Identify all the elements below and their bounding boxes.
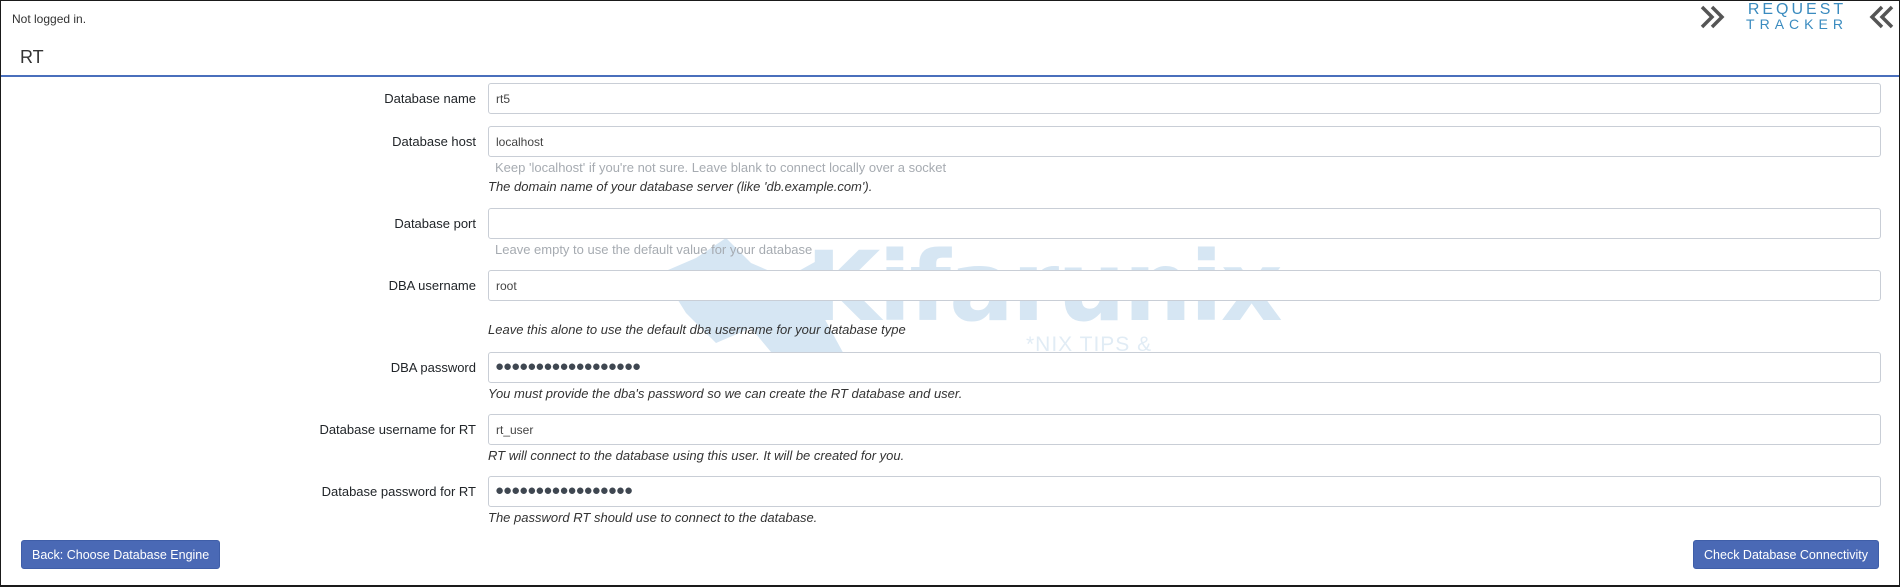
field-label: Database name xyxy=(384,91,476,106)
rt-db-password-input[interactable]: ●●●●●●●●●●●●●●●●● xyxy=(488,476,1881,507)
field-hint: Keep 'localhost' if you're not sure. Lea… xyxy=(495,160,947,175)
double-chevron-right-icon xyxy=(1700,5,1725,29)
database-host-input[interactable]: localhost xyxy=(488,126,1881,157)
dba-username-input[interactable]: root xyxy=(488,270,1881,301)
logo-line-2: TRACKER xyxy=(1746,16,1848,32)
field-label: Database port xyxy=(394,216,476,231)
field-description: The domain name of your database server … xyxy=(488,179,873,194)
field-label: Database password for RT xyxy=(321,484,476,499)
field-description: The password RT should use to connect to… xyxy=(488,510,818,525)
field-description: You must provide the dba's password so w… xyxy=(488,386,963,401)
field-label: DBA password xyxy=(390,360,476,375)
top-bar: Not logged in. REQUEST TRACKER xyxy=(1,1,1899,35)
page-title: RT xyxy=(20,47,44,67)
database-port-input[interactable] xyxy=(488,208,1881,239)
field-description: Leave this alone to use the default dba … xyxy=(488,322,906,337)
field-hint: Leave empty to use the default value for… xyxy=(495,242,813,257)
field-label: Database username for RT xyxy=(319,422,476,437)
double-chevron-left-icon xyxy=(1869,5,1894,29)
rt-db-username-input[interactable]: rt_user xyxy=(488,414,1881,445)
database-name-input[interactable]: rt5 xyxy=(488,83,1881,114)
check-database-connectivity-button[interactable]: Check Database Connectivity xyxy=(1693,540,1879,569)
request-tracker-logo[interactable]: REQUEST TRACKER xyxy=(1699,2,1895,32)
back-choose-database-engine-button[interactable]: Back: Choose Database Engine xyxy=(21,540,221,569)
field-description: RT will connect to the database using th… xyxy=(488,448,905,463)
dba-password-input[interactable]: ●●●●●●●●●●●●●●●●●● xyxy=(488,352,1881,383)
field-label: Database host xyxy=(392,134,476,149)
title-bar: RT xyxy=(1,35,1899,77)
page-frame: Not logged in. REQUEST TRACKER RT Kifaru… xyxy=(0,0,1900,587)
logo-line-1: REQUEST xyxy=(1747,1,1847,18)
login-status: Not logged in. xyxy=(12,12,87,26)
field-label: DBA username xyxy=(388,278,476,293)
